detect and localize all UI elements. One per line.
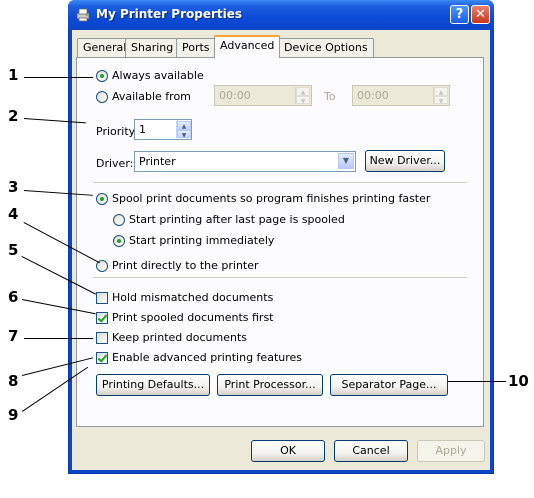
priority-value: 1 <box>139 123 146 136</box>
divider <box>93 277 467 278</box>
spin-up-icon: ▲ <box>434 87 448 96</box>
spool-label[interactable]: Spool print documents so program finishe… <box>112 192 430 205</box>
callout-number: 7 <box>8 327 19 345</box>
chevron-down-icon[interactable]: ▼ <box>338 153 354 169</box>
from-time-spinner[interactable]: ▲ ▼ <box>295 87 310 105</box>
from-time-value: 00:00 <box>219 89 251 102</box>
start-immediately-radio[interactable] <box>113 235 125 247</box>
spin-down-icon: ▼ <box>434 95 448 105</box>
driver-value: Printer <box>139 155 176 168</box>
title-bar[interactable]: My Printer Properties ? ✕ <box>68 0 494 30</box>
spool-radio[interactable] <box>96 193 108 205</box>
callout-line <box>24 338 93 339</box>
ok-button[interactable]: OK <box>251 440 325 462</box>
to-label: To <box>324 90 336 103</box>
callout-number: 6 <box>8 288 19 306</box>
printer-icon <box>76 8 90 22</box>
to-time-spinner[interactable]: ▲ ▼ <box>433 87 448 105</box>
enable-advanced-label[interactable]: Enable advanced printing features <box>112 351 302 364</box>
callout-number: 3 <box>8 178 19 196</box>
driver-label: Driver: <box>96 157 134 170</box>
keep-printed-checkbox[interactable] <box>96 332 108 344</box>
print-spooled-first-checkbox[interactable] <box>96 312 108 324</box>
window-title: My Printer Properties <box>96 7 243 21</box>
cancel-button[interactable]: Cancel <box>334 440 408 462</box>
driver-select[interactable]: Printer <box>134 151 356 172</box>
callout-number: 5 <box>8 241 19 259</box>
available-from-radio[interactable] <box>96 91 108 103</box>
print-processor-button[interactable]: Print Processor... <box>217 374 323 396</box>
new-driver-button[interactable]: New Driver... <box>365 150 445 172</box>
callout-number: 8 <box>8 372 19 390</box>
start-after-last-radio[interactable] <box>113 214 125 226</box>
priority-label: Priority: <box>96 125 139 138</box>
callout-number: 2 <box>8 107 19 125</box>
divider <box>93 182 467 183</box>
printing-defaults-button[interactable]: Printing Defaults... <box>96 374 210 396</box>
print-directly-label[interactable]: Print directly to the printer <box>112 259 259 272</box>
callout-number: 9 <box>8 406 19 424</box>
callout-line <box>448 381 506 382</box>
advanced-tab-panel: Always available Available from 00:00 ▲ … <box>76 57 484 427</box>
tab-device-options[interactable]: Device Options <box>278 38 374 57</box>
priority-spinner[interactable]: ▲ ▼ <box>176 121 191 139</box>
separator-page-button[interactable]: Separator Page... <box>330 374 448 396</box>
help-icon: ? <box>455 7 464 22</box>
enable-advanced-checkbox[interactable] <box>96 352 108 364</box>
always-available-label[interactable]: Always available <box>112 69 204 82</box>
available-from-label[interactable]: Available from <box>112 90 191 103</box>
spin-down-icon: ▼ <box>177 129 191 139</box>
apply-button[interactable]: Apply <box>417 440 485 462</box>
start-immediately-label[interactable]: Start printing immediately <box>129 234 274 247</box>
spin-up-icon: ▲ <box>177 121 191 130</box>
callout-number: 1 <box>8 66 19 84</box>
callout-number: 4 <box>8 205 19 223</box>
hold-mismatched-label[interactable]: Hold mismatched documents <box>112 291 273 304</box>
close-button[interactable]: ✕ <box>471 5 490 24</box>
tab-ports[interactable]: Ports <box>176 38 216 57</box>
keep-printed-label[interactable]: Keep printed documents <box>112 331 247 344</box>
close-icon: ✕ <box>475 7 486 22</box>
callout-line <box>24 77 93 78</box>
spin-down-icon: ▼ <box>296 95 310 105</box>
to-time-value: 00:00 <box>357 89 389 102</box>
start-after-last-label[interactable]: Start printing after last page is spoole… <box>129 213 345 226</box>
spin-up-icon: ▲ <box>296 87 310 96</box>
tab-sharing[interactable]: Sharing <box>125 38 180 57</box>
hold-mismatched-checkbox[interactable] <box>96 292 108 304</box>
print-spooled-first-label[interactable]: Print spooled documents first <box>112 311 274 324</box>
tab-advanced[interactable]: Advanced <box>214 35 281 58</box>
help-button[interactable]: ? <box>450 5 469 24</box>
always-available-radio[interactable] <box>96 70 108 82</box>
dialog-client: General Sharing Ports Advanced Device Op… <box>72 30 490 470</box>
callout-number: 10 <box>508 372 529 390</box>
properties-window: My Printer Properties ? ✕ General Sharin… <box>68 0 494 474</box>
